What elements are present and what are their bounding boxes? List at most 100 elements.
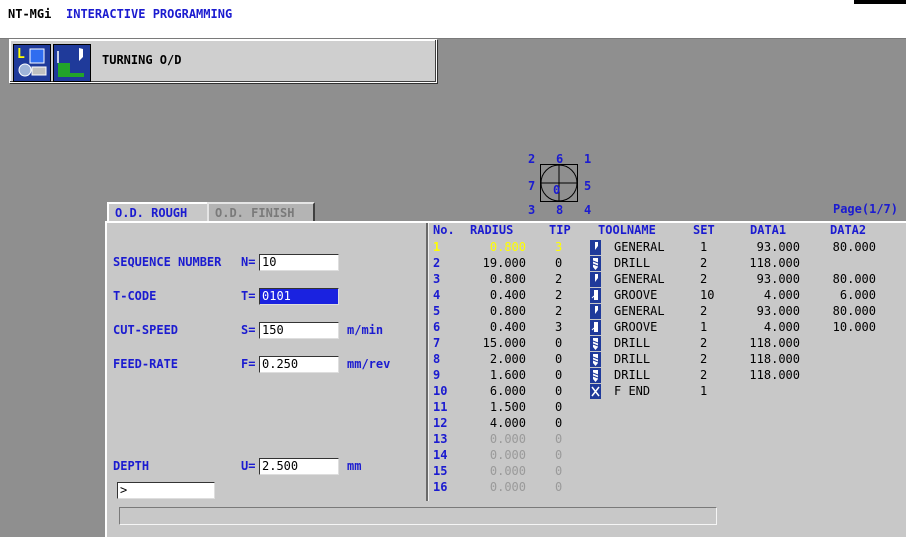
depth-unit: mm: [347, 459, 362, 473]
row-radius: 0.400: [489, 320, 526, 334]
row-set: 1: [700, 384, 708, 398]
row-toolname: DRILL: [614, 336, 651, 350]
col-tip-header: TIP: [549, 223, 571, 237]
row-toolname: GENERAL: [614, 304, 665, 318]
groove-tool-icon: [590, 320, 602, 335]
table-row[interactable]: 6 0.400 3 GROOVE 1 4.000 10.000: [430, 320, 906, 336]
row-data1: 118.000: [749, 368, 800, 382]
table-row[interactable]: 7 15.000 0 DRILL 2 118.000: [430, 336, 906, 352]
table-row[interactable]: 4 0.400 2 GROOVE 10 4.000 6.000: [430, 288, 906, 304]
row-data2: 10.000: [832, 320, 876, 334]
brand-label: NT-MGi: [8, 7, 52, 21]
general-tool-icon: [590, 304, 602, 319]
tip-label: 2: [528, 152, 536, 166]
row-data1: 93.000: [756, 304, 800, 318]
table-row[interactable]: 16 0.000 0: [430, 480, 906, 496]
row-data1: 4.000: [763, 320, 800, 334]
turning-od-icon[interactable]: [53, 44, 91, 82]
table-row[interactable]: 9 1.600 0 DRILL 2 118.000: [430, 368, 906, 384]
row-no: 5: [433, 304, 441, 318]
lathe-icon[interactable]: L: [13, 44, 51, 82]
row-toolname: GROOVE: [614, 288, 658, 302]
tab-od-rough[interactable]: O.D. ROUGH: [107, 202, 209, 223]
row-no: 12: [433, 416, 448, 430]
tip-label: 4: [584, 203, 592, 217]
row-data2: 6.000: [839, 288, 876, 302]
table-row[interactable]: 14 0.000 0: [430, 448, 906, 464]
row-no: 10: [433, 384, 448, 398]
table-row[interactable]: 8 2.000 0 DRILL 2 118.000: [430, 352, 906, 368]
row-no: 9: [433, 368, 441, 382]
command-input[interactable]: >: [117, 482, 215, 499]
sequence-number-input[interactable]: 10: [259, 254, 339, 271]
table-row[interactable]: 12 4.000 0: [430, 416, 906, 432]
table-row[interactable]: 3 0.800 2 GENERAL 2 93.000 80.000: [430, 272, 906, 288]
table-row[interactable]: 5 0.800 2 GENERAL 2 93.000 80.000: [430, 304, 906, 320]
row-radius: 0.000: [489, 480, 526, 494]
row-radius: 1.600: [489, 368, 526, 382]
table-row[interactable]: 1 0.800 3 GENERAL 1 93.000 80.000: [430, 240, 906, 256]
cut-speed-input[interactable]: 150: [259, 322, 339, 339]
pane-divider: [426, 223, 429, 501]
row-tip: 0: [555, 480, 563, 494]
sequence-letter: N=: [241, 255, 256, 269]
row-tip: 0: [555, 432, 563, 446]
row-radius: 2.000: [489, 352, 526, 366]
row-tip: 3: [555, 240, 563, 254]
general-tool-icon: [590, 240, 602, 255]
t-code-input[interactable]: 0101: [259, 288, 339, 305]
row-radius: 0.800: [489, 240, 526, 254]
row-toolname: GROOVE: [614, 320, 658, 334]
row-set: 2: [700, 272, 708, 286]
title-bar: NT-MGi INTERACTIVE PROGRAMMING: [0, 0, 906, 39]
table-row[interactable]: 13 0.000 0: [430, 432, 906, 448]
row-radius: 0.000: [489, 448, 526, 462]
row-radius: 1.500: [489, 400, 526, 414]
table-row[interactable]: 2 19.000 0 DRILL 2 118.000: [430, 256, 906, 272]
row-radius: 0.400: [489, 288, 526, 302]
depth-input[interactable]: 2.500: [259, 458, 339, 475]
row-toolname: DRILL: [614, 352, 651, 366]
cut-speed-unit: m/min: [347, 323, 384, 337]
tab-od-finish[interactable]: O.D. FINISH: [207, 202, 315, 223]
general-tool-icon: [590, 272, 602, 287]
row-radius: 0.800: [489, 304, 526, 318]
depth-letter: U=: [241, 459, 256, 473]
page-indicator: Page(1/7): [832, 202, 898, 216]
col-radius-header: RADIUS: [470, 223, 514, 237]
sequence-number-label: SEQUENCE NUMBER: [113, 255, 222, 269]
table-row[interactable]: 11 1.500 0: [430, 400, 906, 416]
drill-tool-icon: [590, 368, 602, 383]
row-tip: 0: [555, 352, 563, 366]
window-title: INTERACTIVE PROGRAMMING: [66, 7, 233, 21]
row-set: 2: [700, 256, 708, 270]
row-no: 6: [433, 320, 441, 334]
row-no: 16: [433, 480, 448, 494]
row-no: 7: [433, 336, 441, 350]
row-tip: 0: [555, 368, 563, 382]
row-data1: 4.000: [763, 288, 800, 302]
row-radius: 0.000: [489, 432, 526, 446]
cut-speed-label: CUT-SPEED: [113, 323, 179, 337]
t-code-label: T-CODE: [113, 289, 157, 303]
feed-rate-input[interactable]: 0.250: [259, 356, 339, 373]
row-set: 2: [700, 368, 708, 382]
row-radius: 19.000: [482, 256, 526, 270]
title-bar-edge: [854, 0, 906, 4]
row-tip: 2: [555, 272, 563, 286]
tip-label: 5: [584, 179, 592, 193]
tip-label: 0: [553, 183, 561, 197]
row-tip: 2: [555, 304, 563, 318]
drill-tool-icon: [590, 256, 602, 271]
table-row[interactable]: 10 6.000 0 F END 1: [430, 384, 906, 400]
col-toolname-header: TOOLNAME: [598, 223, 656, 237]
row-data1: 93.000: [756, 240, 800, 254]
table-row[interactable]: 15 0.000 0: [430, 464, 906, 480]
row-toolname: DRILL: [614, 256, 651, 270]
t-code-letter: T=: [241, 289, 256, 303]
row-tip: 0: [555, 384, 563, 398]
main-panel: SEQUENCE NUMBER N= 10 T-CODE T= 0101 CUT…: [105, 221, 906, 537]
row-data2: 80.000: [832, 272, 876, 286]
tool-table: No. RADIUS TIP TOOLNAME SET DATA1 DATA2 …: [430, 223, 906, 503]
row-no: 13: [433, 432, 448, 446]
